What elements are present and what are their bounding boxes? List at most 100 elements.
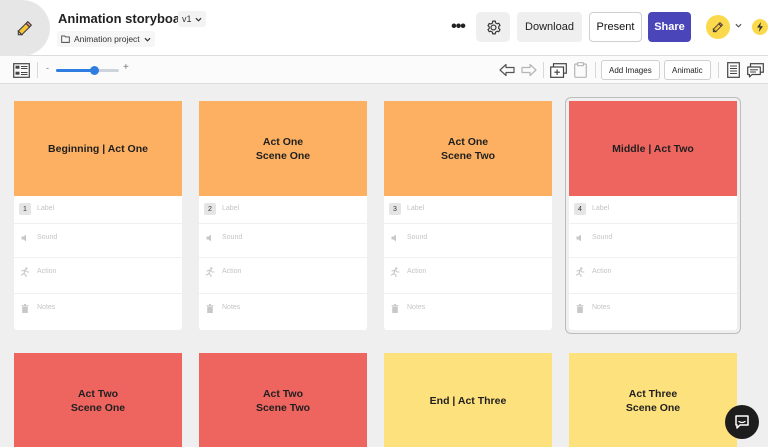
add-frames-icon — [549, 62, 567, 78]
lightning-icon — [757, 22, 763, 32]
comments-icon — [746, 62, 764, 78]
board-toolbar: - + Add Images Animatic — [0, 56, 768, 84]
frame-card[interactable]: End | Act Three — [384, 353, 552, 447]
trash-icon — [574, 302, 586, 314]
frame-details: 4 Label Sound Action Notes — [569, 196, 737, 330]
upgrade-button[interactable] — [752, 19, 768, 35]
label-field[interactable]: 2 Label — [199, 196, 367, 224]
chevron-down-icon — [144, 37, 151, 42]
frame-image[interactable]: Act One Scene One — [199, 101, 367, 196]
frame-image[interactable]: Act One Scene Two — [384, 101, 552, 196]
project-selector[interactable]: Animation project — [57, 31, 155, 47]
frame-number: 1 — [19, 203, 31, 215]
chevron-down-icon — [735, 23, 742, 28]
version-label: v1 — [182, 14, 192, 24]
frame-number: 3 — [389, 203, 401, 215]
sound-field[interactable]: Sound — [14, 224, 182, 258]
app-header: Animation storyboard v1 Animation projec… — [0, 0, 768, 56]
action-placeholder: Action — [407, 268, 427, 275]
toolbar-divider — [37, 62, 38, 78]
settings-button[interactable] — [476, 12, 510, 42]
animatic-button[interactable]: Animatic — [664, 60, 711, 80]
zoom-out-button[interactable]: - — [46, 63, 49, 73]
user-avatar[interactable] — [706, 15, 730, 39]
account-menu-chevron[interactable] — [735, 22, 742, 31]
notes-field[interactable]: Notes — [384, 294, 552, 328]
frame-card-selected[interactable]: Middle | Act Two 4 Label Sound Action Not… — [565, 97, 741, 334]
action-field[interactable]: Action — [569, 258, 737, 294]
redo-button[interactable] — [520, 61, 538, 79]
label-field[interactable]: 4 Label — [569, 196, 737, 224]
script-view-button[interactable] — [724, 61, 742, 79]
pencil-icon — [712, 21, 724, 33]
sound-placeholder: Sound — [407, 234, 428, 241]
frame-card[interactable]: Act Two Scene Two — [199, 353, 367, 447]
sound-field[interactable]: Sound — [384, 224, 552, 258]
speaker-icon — [19, 232, 31, 244]
paste-button[interactable] — [571, 61, 589, 79]
running-figure-icon — [204, 266, 216, 278]
frame-card[interactable]: Act Three Scene One — [569, 353, 737, 447]
frame-details: 1 Label Sound Action Notes — [14, 196, 182, 330]
action-field[interactable]: Action — [384, 258, 552, 294]
support-chat-button[interactable] — [725, 405, 759, 439]
action-field[interactable]: Action — [14, 258, 182, 294]
project-label: Animation project — [74, 34, 140, 44]
frame-image[interactable]: End | Act Three — [384, 353, 552, 447]
comments-button[interactable] — [746, 61, 764, 79]
toolbar-divider — [543, 62, 544, 78]
frame-details: 3 Label Sound Action Notes — [384, 196, 552, 330]
chevron-down-icon — [194, 17, 202, 22]
frame-card[interactable]: Act Two Scene One — [14, 353, 182, 447]
zoom-in-button[interactable]: + — [123, 62, 129, 73]
redo-arrow-icon — [521, 63, 537, 77]
view-toggle-button[interactable] — [12, 61, 30, 79]
action-placeholder: Action — [222, 268, 242, 275]
label-field[interactable]: 1 Label — [14, 196, 182, 224]
add-images-button[interactable]: Add Images — [601, 60, 660, 80]
frame-number: 4 — [574, 203, 586, 215]
frame-card[interactable]: Act One Scene Two 3 Label Sound Action No… — [384, 101, 552, 330]
notes-field[interactable]: Notes — [199, 294, 367, 328]
frame-card[interactable]: Act One Scene One 2 Label Sound Action No… — [199, 101, 367, 330]
storyboard-view-icon — [12, 62, 30, 78]
gear-icon — [486, 20, 501, 34]
frame-image[interactable]: Act Two Scene One — [14, 353, 182, 447]
notes-placeholder: Notes — [37, 304, 56, 311]
toolbar-divider — [595, 62, 596, 78]
present-button[interactable]: Present — [589, 12, 642, 42]
action-field[interactable]: Action — [199, 258, 367, 294]
trash-icon — [204, 302, 216, 314]
storyboard-title[interactable]: Animation storyboard — [58, 11, 193, 26]
frame-card[interactable]: Beginning | Act One 1 Label Sound Action … — [14, 101, 182, 330]
app-logo[interactable] — [0, 0, 50, 56]
frame-image[interactable]: Middle | Act Two — [569, 101, 737, 196]
zoom-slider-handle[interactable] — [89, 66, 99, 75]
action-placeholder: Action — [592, 268, 612, 275]
zoom-slider[interactable] — [56, 66, 119, 75]
frame-image[interactable]: Act Three Scene One — [569, 353, 737, 447]
frame-number: 2 — [204, 203, 216, 215]
label-placeholder: Label — [37, 205, 55, 212]
toolbar-divider — [718, 62, 719, 78]
sound-field[interactable]: Sound — [569, 224, 737, 258]
notes-placeholder: Notes — [407, 304, 426, 311]
undo-button[interactable] — [498, 61, 516, 79]
share-button[interactable]: Share — [648, 12, 691, 42]
add-frames-button[interactable] — [549, 61, 567, 79]
notes-field[interactable]: Notes — [14, 294, 182, 328]
sound-field[interactable]: Sound — [199, 224, 367, 258]
version-selector[interactable]: v1 — [178, 11, 206, 27]
label-field[interactable]: 3 Label — [384, 196, 552, 224]
script-icon — [726, 62, 740, 78]
frame-image[interactable]: Beginning | Act One — [14, 101, 182, 196]
action-placeholder: Action — [37, 268, 57, 275]
notes-placeholder: Notes — [592, 304, 611, 311]
notes-field[interactable]: Notes — [569, 294, 737, 328]
more-options-button[interactable]: ••• — [447, 14, 469, 40]
frame-image[interactable]: Act Two Scene Two — [199, 353, 367, 447]
notes-placeholder: Notes — [222, 304, 241, 311]
running-figure-icon — [574, 266, 586, 278]
trash-icon — [389, 302, 401, 314]
download-button[interactable]: Download — [517, 12, 582, 42]
